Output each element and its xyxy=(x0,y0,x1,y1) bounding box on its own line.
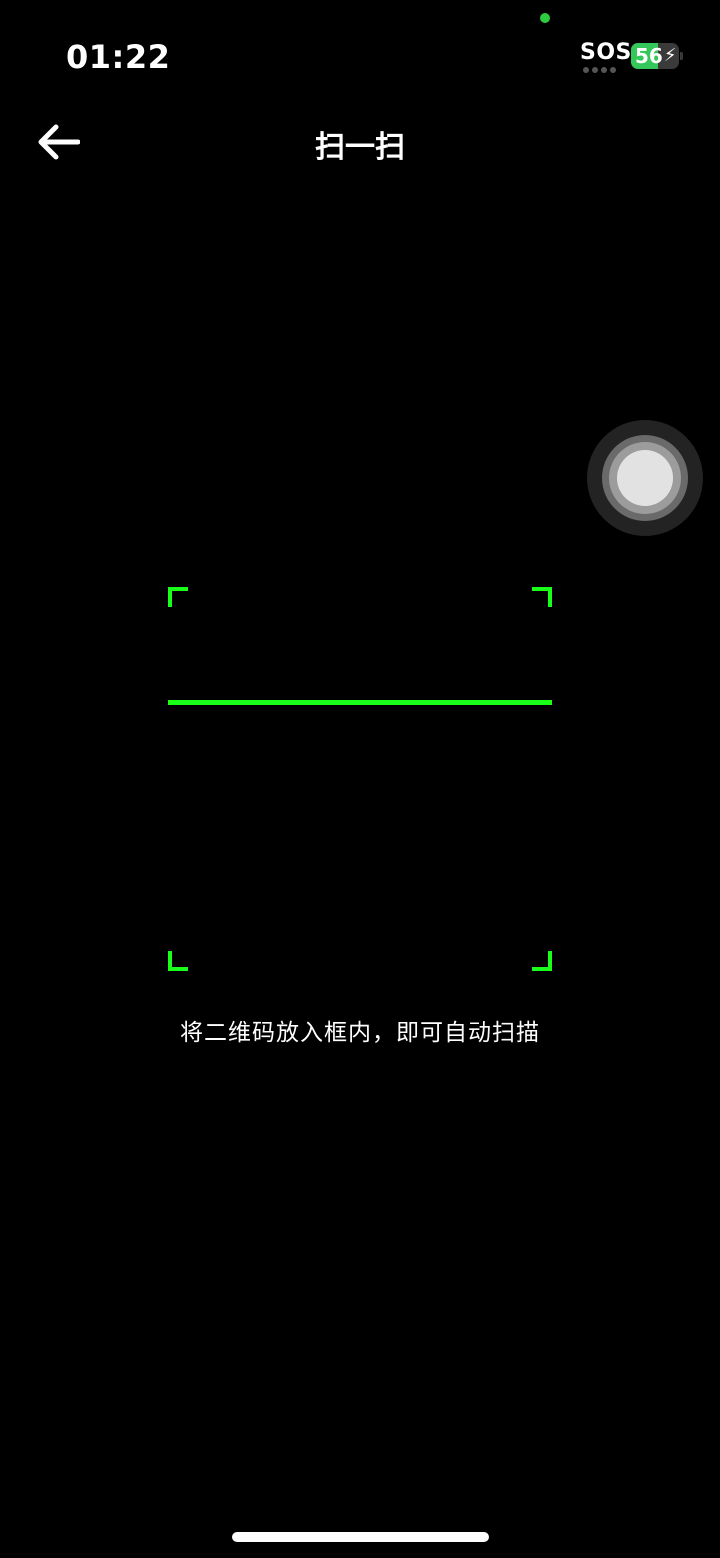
scan-corner-bottom-right xyxy=(532,951,552,971)
page-title: 扫一扫 xyxy=(315,130,405,165)
battery-icon: 56 ⚡︎ xyxy=(631,43,679,69)
cellular-status: SOS xyxy=(580,40,631,74)
scan-corner-top-left xyxy=(168,587,188,607)
assistive-touch-button[interactable] xyxy=(587,420,703,536)
signal-strength-icon xyxy=(583,67,616,73)
privacy-indicator-dot xyxy=(540,13,550,23)
status-time: 01:22 xyxy=(66,38,171,76)
bolt-icon: ⚡︎ xyxy=(663,45,677,66)
battery-cap xyxy=(680,52,683,60)
scan-corner-top-right xyxy=(532,587,552,607)
scan-line xyxy=(168,700,552,705)
scan-corner-bottom-left xyxy=(168,951,188,971)
battery-label: 56 ⚡︎ xyxy=(635,44,676,68)
sos-label: SOS xyxy=(580,40,632,65)
battery-percent: 56 xyxy=(635,44,663,68)
scan-hint-text: 将二维码放入框内，即可自动扫描 xyxy=(180,1020,540,1046)
home-indicator[interactable] xyxy=(232,1532,489,1542)
assistive-touch-core xyxy=(617,450,673,506)
scan-frame xyxy=(168,587,552,971)
